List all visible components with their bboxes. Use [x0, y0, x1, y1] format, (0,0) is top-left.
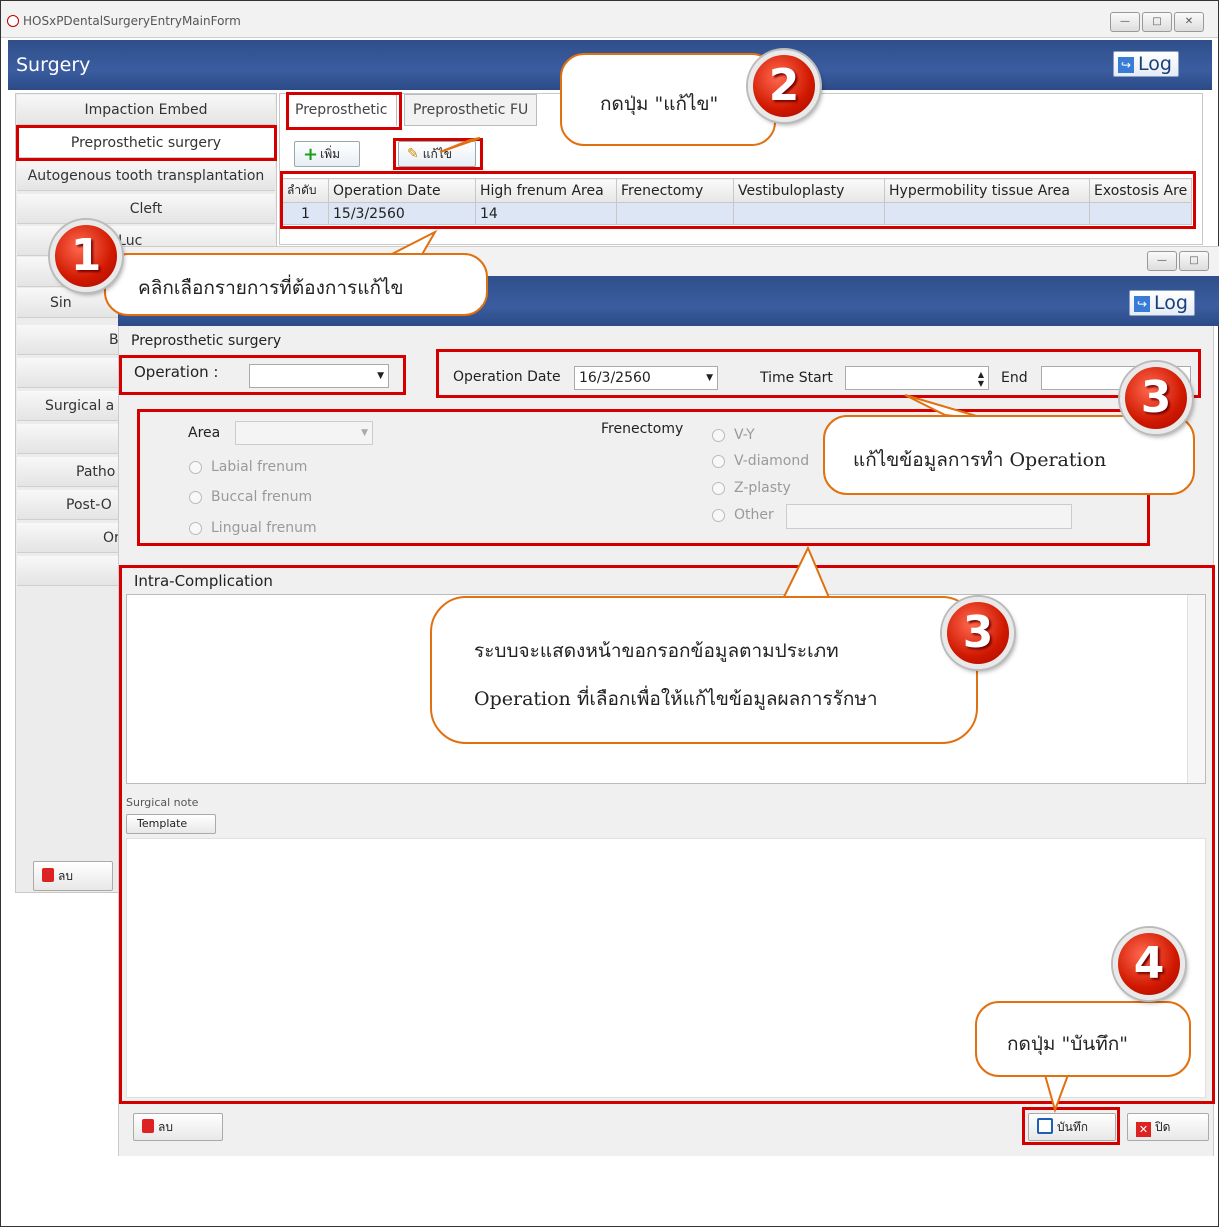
callout-step-3b: ระบบจะแสดงหน้าขอกรอกข้อมูลตามประเภท Oper…	[430, 596, 978, 744]
callout-step-2: กดปุ่ม "แก้ไข"	[560, 53, 776, 146]
callout-step-1-text: คลิกเลือกรายการที่ต้องการแก้ไข	[138, 277, 404, 299]
callout-step-3b-line1: ระบบจะแสดงหน้าขอกรอกข้อมูลตามประเภท	[474, 640, 839, 662]
step-3b-badge: 3	[942, 597, 1014, 669]
callout-tail-4	[1043, 1074, 1070, 1114]
callout-step-3b-line2: Operation ที่เลือกเพื่อให้แก้ไขข้อมูลผลก…	[474, 688, 878, 710]
callout-step-4-text: กดปุ่ม "บันทึก"	[1007, 1033, 1129, 1055]
callout-tail-2	[439, 137, 481, 153]
step-4-badge: 4	[1113, 928, 1185, 1000]
step-1-badge: 1	[50, 220, 122, 292]
step-2-badge: 2	[748, 50, 820, 122]
callout-step-1: คลิกเลือกรายการที่ต้องการแก้ไข	[104, 253, 488, 316]
step-3a-badge: 3	[1120, 362, 1192, 434]
callout-step-4: กดปุ่ม "บันทึก"	[975, 1001, 1191, 1077]
callout-step-3a-text: แก้ไขข้อมูลการทำ Operation	[853, 449, 1107, 471]
callout-step-2-text: กดปุ่ม "แก้ไข"	[600, 93, 719, 115]
